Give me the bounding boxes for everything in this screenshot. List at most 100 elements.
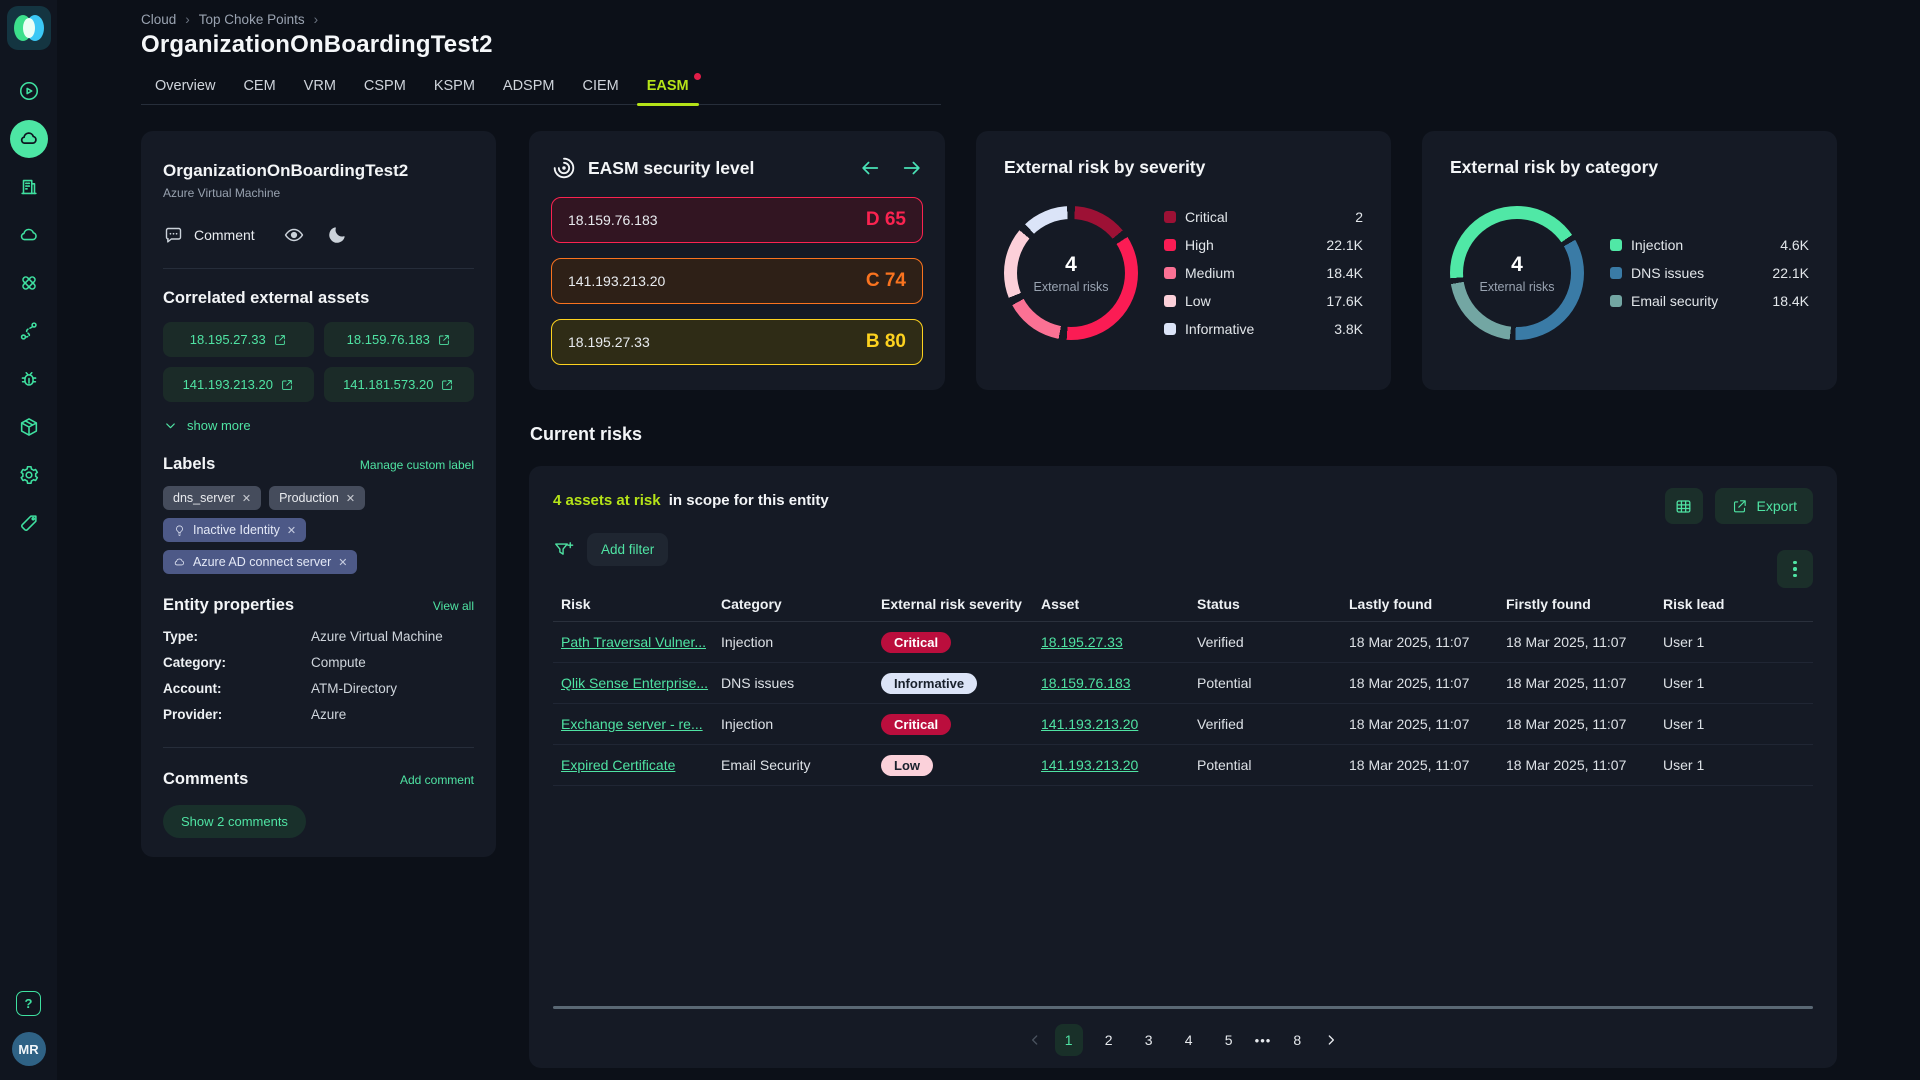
logo-shape [23,18,35,38]
label-chip[interactable]: dns_server✕ [163,486,261,510]
label-chip[interactable]: Inactive Identity✕ [163,518,306,542]
pagination-ellipsis[interactable]: ••• [1255,1033,1272,1048]
label-chip[interactable]: Azure AD connect server✕ [163,550,357,574]
view-all-link[interactable]: View all [433,599,474,613]
package-icon[interactable] [18,416,40,438]
bug-icon[interactable] [18,368,40,390]
export-button[interactable]: Export [1715,488,1813,524]
breadcrumb: Cloud › Top Choke Points › [141,12,318,27]
donut-center-label: External risks [1479,280,1554,294]
breadcrumb-separator: › [314,12,319,27]
security-grade-row[interactable]: 18.195.27.33B 80 [551,319,923,365]
external-link-icon [273,333,287,347]
page-button[interactable]: 3 [1135,1024,1163,1056]
asset-link[interactable]: 18.159.76.183 [1041,675,1131,691]
security-grade-row[interactable]: 141.193.213.20C 74 [551,258,923,304]
play-circle-icon[interactable] [18,80,40,102]
add-filter-button[interactable]: Add filter [587,533,668,566]
comment-button[interactable]: Comment [194,227,255,243]
previous-page-button[interactable] [1027,1032,1043,1048]
asset-chip[interactable]: 141.181.573.20 [324,367,475,402]
page-button[interactable]: 2 [1095,1024,1123,1056]
severity-donut-chart: 4 External risks [1004,206,1138,340]
comment-bubble-icon[interactable] [163,225,184,246]
asset-link[interactable]: 141.193.213.20 [1041,757,1138,773]
add-filter-icon[interactable] [553,539,575,561]
risk-link[interactable]: Path Traversal Vulner... [561,634,706,650]
tab-bar: Overview CEM VRM CSPM KSPM ADSPM CIEM EA… [141,70,941,105]
security-grade-row[interactable]: 18.159.76.183D 65 [551,197,923,243]
legend-item: Informative3.8K [1164,318,1363,340]
category-donut-chart: 4 External risks [1450,206,1584,340]
page-button[interactable]: 4 [1175,1024,1203,1056]
risk-by-category-card: External risk by category 4 External ris… [1422,131,1837,390]
table-row[interactable]: Expired Certificate Email Security Low 1… [553,745,1813,786]
tab-ciem[interactable]: CIEM [568,70,632,104]
tab-cspm[interactable]: CSPM [350,70,420,104]
user-avatar[interactable]: MR [12,1032,46,1066]
show-comments-button[interactable]: Show 2 comments [163,805,306,838]
table-row[interactable]: Path Traversal Vulner... Injection Criti… [553,622,1813,663]
asset-chip[interactable]: 18.195.27.33 [163,322,314,357]
tab-easm[interactable]: EASM [633,70,703,104]
breadcrumb-item[interactable]: Top Choke Points [199,12,305,27]
entity-title: OrganizationOnBoardingTest2 [163,161,474,181]
asset-chip[interactable]: 18.159.76.183 [324,322,475,357]
risk-link[interactable]: Exchange server - re... [561,716,703,732]
breadcrumb-item[interactable]: Cloud [141,12,176,27]
notification-dot [694,73,701,80]
export-icon [1731,498,1748,515]
sidebar-item-cloud-active[interactable] [10,120,48,158]
legend-item: High22.1K [1164,234,1363,256]
legend-item: Email security18.4K [1610,290,1809,312]
page-button[interactable]: 5 [1215,1024,1243,1056]
table-view-button[interactable] [1665,488,1703,524]
tab-kspm[interactable]: KSPM [420,70,489,104]
tag-icon[interactable] [18,512,40,534]
moon-icon[interactable] [327,225,347,245]
tab-cem[interactable]: CEM [229,70,289,104]
manage-custom-label-link[interactable]: Manage custom label [360,458,474,472]
kebab-menu-button[interactable] [1777,550,1813,588]
asset-chip[interactable]: 141.193.213.20 [163,367,314,402]
risk-link[interactable]: Qlik Sense Enterprise... [561,675,708,691]
label-chip[interactable]: Production✕ [269,486,365,510]
pagination: 1 2 3 4 5 ••• 8 [529,1024,1837,1056]
tab-overview[interactable]: Overview [141,70,229,104]
target-icon [551,155,577,181]
next-page-button[interactable] [1323,1032,1339,1048]
tab-adspm[interactable]: ADSPM [489,70,569,104]
remove-label-icon[interactable]: ✕ [242,492,251,505]
cloud-outline-icon[interactable] [18,224,40,246]
external-link-icon [280,378,294,392]
help-icon[interactable]: ? [16,991,41,1016]
app-logo[interactable] [7,6,51,50]
breadcrumb-separator: › [185,12,190,27]
horizontal-scrollbar[interactable] [553,1006,1813,1009]
show-more-button[interactable]: show more [163,418,474,433]
patch-crossed-icon[interactable] [18,272,40,294]
building-icon[interactable] [18,176,40,198]
tab-vrm[interactable]: VRM [290,70,350,104]
page-button[interactable]: 8 [1283,1024,1311,1056]
table-header-row: Risk Category External risk severity Ass… [553,586,1813,622]
asset-link[interactable]: 18.195.27.33 [1041,634,1123,650]
table-row[interactable]: Qlik Sense Enterprise... DNS issues Info… [553,663,1813,704]
chevron-down-icon [163,418,178,433]
severity-badge: Critical [881,714,951,735]
remove-label-icon[interactable]: ✕ [338,556,347,569]
remove-label-icon[interactable]: ✕ [287,524,296,537]
property-row: Type:Azure Virtual Machine [163,629,474,645]
gear-icon[interactable] [18,464,40,486]
route-icon[interactable] [18,320,40,342]
remove-label-icon[interactable]: ✕ [346,492,355,505]
eye-icon[interactable] [283,224,305,246]
arrow-left-icon[interactable] [859,157,881,179]
table-row[interactable]: Exchange server - re... Injection Critic… [553,704,1813,745]
arrow-right-icon[interactable] [901,157,923,179]
asset-link[interactable]: 141.193.213.20 [1041,716,1138,732]
risk-link[interactable]: Expired Certificate [561,757,675,773]
legend-item: Medium18.4K [1164,262,1363,284]
page-button[interactable]: 1 [1055,1024,1083,1056]
add-comment-link[interactable]: Add comment [400,773,474,787]
